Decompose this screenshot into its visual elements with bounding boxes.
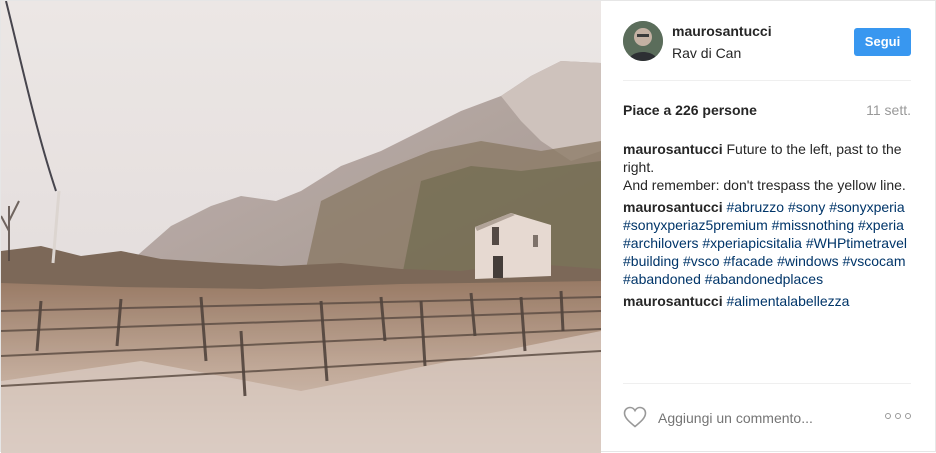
post-header: maurosantucci Rav di Can Segui <box>623 1 911 81</box>
post-location[interactable]: Rav di Can <box>672 45 741 61</box>
follow-button[interactable]: Segui <box>854 28 911 56</box>
post-timestamp[interactable]: 11 sett. <box>866 102 911 118</box>
comment-hashtag-list[interactable]: #alimentalabellezza <box>726 293 849 309</box>
comments-list: maurosantucci Future to the left, past t… <box>623 140 911 314</box>
avatar[interactable] <box>623 21 663 61</box>
dot-icon <box>905 413 911 419</box>
comment-hashtag-single: maurosantucci #alimentalabellezza <box>623 292 911 310</box>
post-sidebar: maurosantucci Rav di Can Segui Piace a 2… <box>601 1 935 451</box>
comment-caption: maurosantucci Future to the left, past t… <box>623 140 911 194</box>
comment-username[interactable]: maurosantucci <box>623 141 723 157</box>
post-photo[interactable] <box>1 1 601 453</box>
dot-icon <box>885 413 891 419</box>
dot-icon <box>895 413 901 419</box>
likes-count[interactable]: Piace a 226 persone <box>623 102 757 118</box>
heart-outline-icon[interactable] <box>623 406 647 428</box>
landscape-image <box>1 1 601 453</box>
comment-username[interactable]: maurosantucci <box>623 293 723 309</box>
add-comment-input[interactable] <box>658 410 878 426</box>
avatar-image <box>623 21 663 61</box>
comment-hashtags: maurosantucci #abruzzo #sony #sonyxperia… <box>623 198 911 288</box>
instagram-post: maurosantucci Rav di Can Segui Piace a 2… <box>0 0 936 453</box>
post-author-username[interactable]: maurosantucci <box>672 23 772 39</box>
comment-bar <box>623 383 911 451</box>
likes-row: Piace a 226 persone 11 sett. <box>623 101 911 121</box>
more-options-icon[interactable] <box>885 411 911 421</box>
comment-username[interactable]: maurosantucci <box>623 199 723 215</box>
